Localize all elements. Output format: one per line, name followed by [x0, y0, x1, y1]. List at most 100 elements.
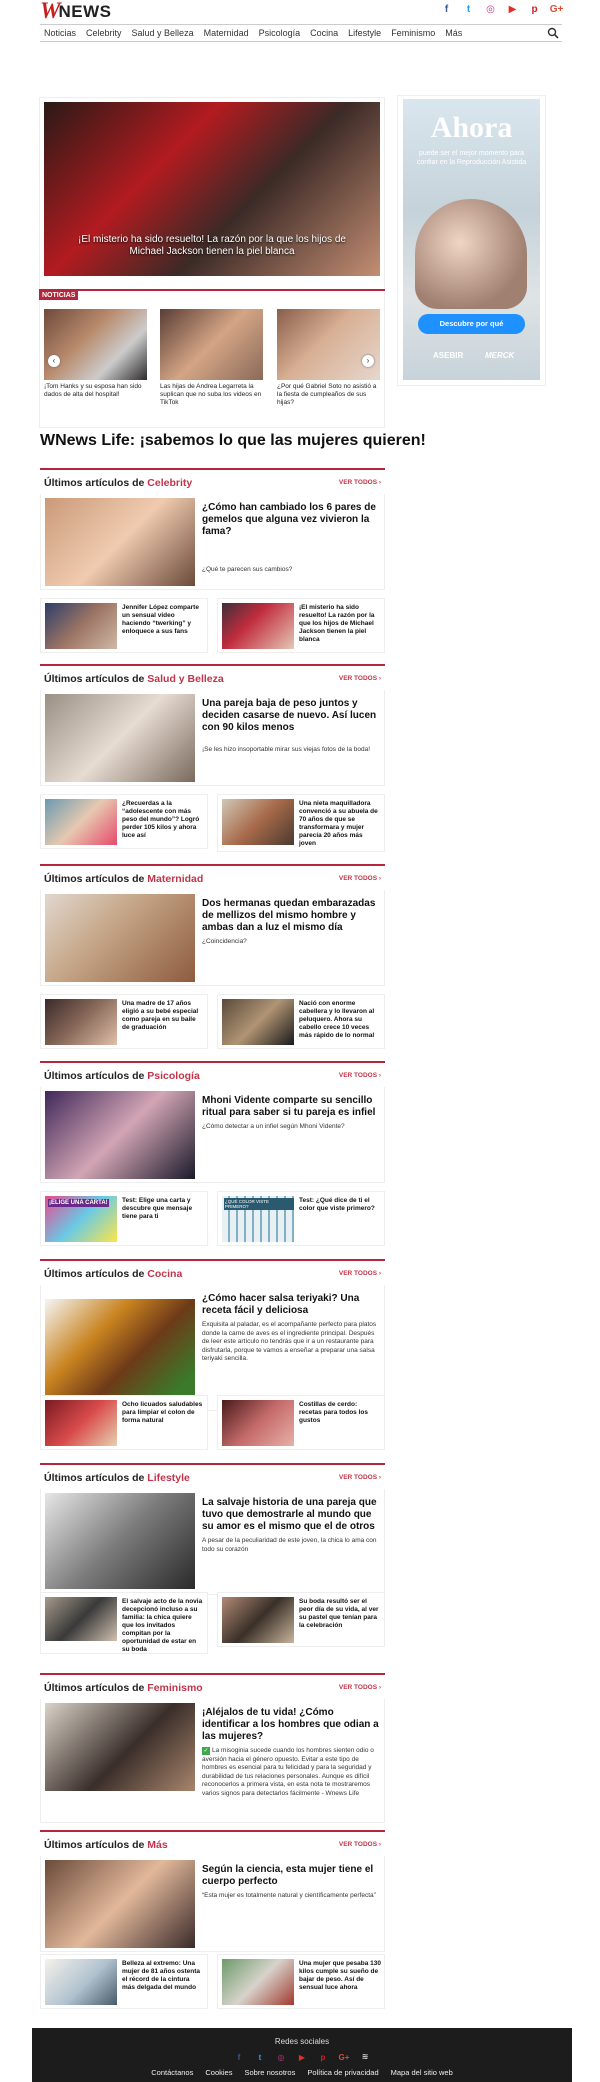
footer-link-mapa[interactable]: Mapa del sitio web [391, 2068, 453, 2077]
small-article-image[interactable] [222, 1400, 294, 1446]
see-all-link[interactable]: VER TODOS › [339, 675, 381, 682]
footer-link-cookies[interactable]: Cookies [205, 2068, 232, 2077]
nav-item-celebrity[interactable]: Celebrity [81, 25, 127, 41]
small-article[interactable]: Su boda resultó ser el peor día de su vi… [217, 1592, 385, 1647]
small-article[interactable]: Belleza al extremo: Una mujer de 81 años… [40, 1954, 208, 2009]
site-logo[interactable]: W NEWS [40, 0, 111, 22]
small-article-title[interactable]: ¿Recuerdas a la “adolescente con más pes… [122, 800, 204, 840]
small-article[interactable]: El salvaje acto de la novia decepcionó i… [40, 1592, 208, 1654]
main-article[interactable]: Mhoni Vidente comparte su sencillo ritua… [40, 1087, 385, 1183]
main-article-image[interactable] [45, 498, 195, 586]
main-article-image[interactable] [45, 1299, 195, 1397]
small-article[interactable]: Nació con enorme cabellera y lo llevaron… [217, 994, 385, 1049]
small-article-title[interactable]: Test: Elige una carta y descubre que men… [122, 1197, 204, 1221]
small-article[interactable]: ¡El misterio ha sido resuelto! La razón … [217, 598, 385, 653]
youtube-icon[interactable]: ▶ [507, 4, 518, 15]
see-all-link[interactable]: VER TODOS › [339, 1072, 381, 1079]
small-article-title[interactable]: Nació con enorme cabellera y lo llevaron… [299, 1000, 381, 1040]
small-article[interactable]: Una nieta maquilladora convenció a su ab… [217, 794, 385, 852]
instagram-icon[interactable]: ◎ [276, 2052, 286, 2063]
instagram-icon[interactable]: ◎ [485, 4, 496, 15]
see-all-link[interactable]: VER TODOS › [339, 1841, 381, 1848]
small-article[interactable]: Ocho licuados saludables para limpiar el… [40, 1395, 208, 1450]
small-article-image[interactable] [45, 603, 117, 649]
small-article-image[interactable] [222, 1959, 294, 2005]
small-article-title[interactable]: Su boda resultó ser el peor día de su vi… [299, 1598, 381, 1630]
main-article-title[interactable]: La salvaje historia de una pareja que tu… [202, 1497, 380, 1533]
see-all-link[interactable]: VER TODOS › [339, 479, 381, 486]
main-article-title[interactable]: Una pareja baja de peso juntos y deciden… [202, 698, 380, 734]
see-all-link[interactable]: VER TODOS › [339, 875, 381, 882]
noticias-thumb-3[interactable] [277, 309, 380, 380]
noticias-caption-2[interactable]: Las hijas de Andrea Legarreta la suplica… [160, 383, 263, 407]
small-article-image[interactable] [222, 799, 294, 845]
footer-link-privacidad[interactable]: Política de privacidad [307, 2068, 378, 2077]
rss-icon[interactable]: ≋ [360, 2052, 370, 2063]
footer-link-sobre-nosotros[interactable]: Sobre nosotros [244, 2068, 295, 2077]
small-article-title[interactable]: El salvaje acto de la novia decepcionó i… [122, 1598, 204, 1654]
small-article[interactable]: ¡ELIGE UNA CARTA! Test: Elige una carta … [40, 1191, 208, 1246]
main-article[interactable]: ¿Cómo han cambiado los 6 pares de gemelo… [40, 494, 385, 590]
main-article-title[interactable]: Mhoni Vidente comparte su sencillo ritua… [202, 1095, 380, 1119]
see-all-link[interactable]: VER TODOS › [339, 1474, 381, 1481]
main-article[interactable]: La salvaje historia de una pareja que tu… [40, 1489, 385, 1595]
carousel-next-icon[interactable]: › [362, 355, 374, 367]
pinterest-icon[interactable]: p [529, 4, 540, 15]
search-icon[interactable] [547, 27, 559, 39]
noticias-caption-3[interactable]: ¿Por qué Gabriel Soto no asistió a la fi… [277, 383, 380, 407]
footer-link-contactanos[interactable]: Contáctanos [151, 2068, 193, 2077]
small-article-image[interactable] [45, 1400, 117, 1446]
nav-item-psicologia[interactable]: Psicología [254, 25, 306, 41]
googleplus-icon[interactable]: G+ [339, 2052, 350, 2063]
main-article[interactable]: Dos hermanas quedan embarazadas de melli… [40, 890, 385, 986]
noticias-thumb-1[interactable] [44, 309, 147, 380]
small-article-title[interactable]: Ocho licuados saludables para limpiar el… [122, 1401, 204, 1425]
nav-item-feminismo[interactable]: Feminismo [386, 25, 440, 41]
small-article-image[interactable]: ¿QUÉ COLOR VISTE PRIMERO? [222, 1196, 294, 1242]
small-article[interactable]: ¿Recuerdas a la “adolescente con más pes… [40, 794, 208, 849]
main-article[interactable]: ¿Cómo hacer salsa teriyaki? Una receta f… [40, 1285, 385, 1411]
main-article[interactable]: ¡Aléjalos de tu vida! ¿Cómo identificar … [40, 1699, 385, 1823]
small-article-title[interactable]: Costillas de cerdo: recetas para todos l… [299, 1401, 381, 1425]
small-article-image[interactable] [45, 999, 117, 1045]
noticias-thumb-2[interactable] [160, 309, 263, 380]
main-article-title[interactable]: Según la ciencia, esta mujer tiene el cu… [202, 1864, 380, 1888]
pinterest-icon[interactable]: p [318, 2052, 328, 2063]
main-article-image[interactable] [45, 894, 195, 982]
ad-cta-button[interactable]: Descubre por qué [418, 314, 525, 334]
nav-item-lifestyle[interactable]: Lifestyle [343, 25, 386, 41]
see-all-link[interactable]: VER TODOS › [339, 1270, 381, 1277]
ad-banner[interactable]: Ahora puede ser el mejor momento para co… [403, 99, 540, 380]
noticias-caption-1[interactable]: ¡Tom Hanks y su esposa han sido dados de… [44, 383, 147, 399]
hero-caption[interactable]: ¡El misterio ha sido resuelto! La razón … [64, 234, 360, 258]
small-article-image[interactable] [222, 999, 294, 1045]
main-article-title[interactable]: ¡Aléjalos de tu vida! ¿Cómo identificar … [202, 1707, 380, 1743]
facebook-icon[interactable]: f [441, 4, 452, 15]
main-article-title[interactable]: ¿Cómo hacer salsa teriyaki? Una receta f… [202, 1293, 380, 1317]
small-article-title[interactable]: Una nieta maquilladora convenció a su ab… [299, 800, 381, 848]
small-article-image[interactable] [45, 1597, 117, 1641]
small-article[interactable]: Una madre de 17 años eligió a su bebé es… [40, 994, 208, 1049]
small-article[interactable]: Una mujer que pesaba 130 kilos cumple su… [217, 1954, 385, 2009]
main-article-image[interactable] [45, 694, 195, 782]
twitter-icon[interactable]: t [255, 2052, 265, 2063]
twitter-icon[interactable]: t [463, 4, 474, 15]
see-all-link[interactable]: VER TODOS › [339, 1684, 381, 1691]
youtube-icon[interactable]: ▶ [297, 2052, 307, 2063]
small-article-title[interactable]: Una madre de 17 años eligió a su bebé es… [122, 1000, 204, 1032]
nav-item-maternidad[interactable]: Maternidad [199, 25, 254, 41]
small-article-title[interactable]: Test: ¿Qué dice de ti el color que viste… [299, 1197, 381, 1213]
small-article-title[interactable]: Una mujer que pesaba 130 kilos cumple su… [299, 1960, 381, 1992]
nav-item-mas[interactable]: Más [440, 25, 467, 41]
nav-item-salud-belleza[interactable]: Salud y Belleza [127, 25, 199, 41]
carousel-prev-icon[interactable]: ‹ [48, 355, 60, 367]
nav-item-noticias[interactable]: Noticias [40, 25, 81, 41]
main-article-image[interactable] [45, 1703, 195, 1791]
small-article-title[interactable]: Belleza al extremo: Una mujer de 81 años… [122, 1960, 204, 1992]
small-article-title[interactable]: ¡El misterio ha sido resuelto! La razón … [299, 604, 381, 644]
small-article[interactable]: Costillas de cerdo: recetas para todos l… [217, 1395, 385, 1450]
main-article-title[interactable]: Dos hermanas quedan embarazadas de melli… [202, 898, 380, 934]
facebook-icon[interactable]: f [234, 2052, 244, 2063]
main-article-image[interactable] [45, 1091, 195, 1179]
small-article-image[interactable] [222, 1597, 294, 1643]
